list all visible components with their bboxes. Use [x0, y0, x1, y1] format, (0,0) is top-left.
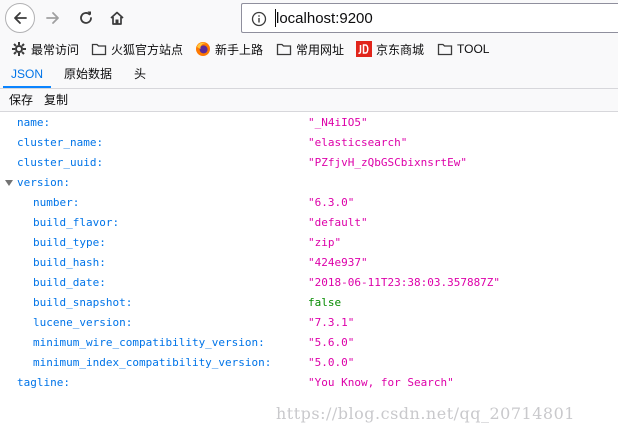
- forward-button[interactable]: [39, 4, 67, 32]
- folder-icon: [276, 43, 292, 56]
- jd-logo-icon: [356, 41, 372, 57]
- json-toolbar: 保存 复制: [0, 89, 618, 112]
- json-value: "zip": [308, 236, 342, 249]
- url-text[interactable]: localhost:9200: [276, 10, 373, 27]
- json-value: "You Know, for Search": [308, 376, 454, 389]
- json-value: "6.3.0": [308, 196, 355, 209]
- bookmark-getting-started[interactable]: 新手上路: [195, 40, 263, 58]
- home-button[interactable]: [103, 4, 131, 32]
- json-key: cluster_name:: [17, 136, 104, 149]
- watermark: https://blog.csdn.net/qq_20714801: [276, 404, 575, 423]
- firefox-icon: [196, 42, 210, 56]
- json-value: "default": [308, 216, 368, 229]
- bookmark-label: TOOL: [457, 42, 490, 56]
- bookmark-label: 火狐官方站点: [111, 42, 184, 57]
- json-row-build-type[interactable]: build_type: "zip": [0, 233, 618, 253]
- json-key: name:: [17, 116, 51, 129]
- json-row-build-flavor[interactable]: build_flavor: "default": [0, 213, 618, 233]
- json-key: minimum_index_compatibility_version:: [33, 356, 272, 369]
- url-bar[interactable]: localhost:9200: [241, 3, 618, 33]
- bookmark-label: 京东商城: [376, 42, 425, 57]
- json-key: build_flavor:: [33, 216, 120, 229]
- json-value: "424e937": [308, 256, 368, 269]
- json-row-min-index-version[interactable]: minimum_index_compatibility_version: "5.…: [0, 353, 618, 373]
- bookmark-tool[interactable]: TOOL: [437, 40, 489, 58]
- save-button[interactable]: 保存: [9, 92, 33, 108]
- json-value: "2018-06-11T23:38:03.357887Z": [308, 276, 501, 289]
- json-value: "5.6.0": [308, 336, 355, 349]
- json-row-number[interactable]: number: "6.3.0": [0, 193, 618, 213]
- json-key: build_hash:: [33, 256, 106, 269]
- home-icon: [110, 11, 124, 25]
- bookmark-label: 常用网址: [296, 42, 345, 57]
- json-value: "elasticsearch": [308, 136, 408, 149]
- json-row-build-snapshot[interactable]: build_snapshot: false: [0, 293, 618, 313]
- json-row-version[interactable]: version:: [0, 173, 618, 193]
- bookmarks-toolbar: 最常访问 火狐官方站点 新手上路 常用网址 京东商城 TOOL: [0, 36, 618, 63]
- json-value: "7.3.1": [308, 316, 355, 329]
- bookmark-jd[interactable]: 京东商城: [356, 40, 424, 58]
- back-button[interactable]: [5, 3, 35, 33]
- reload-icon: [80, 11, 92, 24]
- arrow-right-icon: [46, 12, 59, 24]
- json-key: number:: [33, 196, 80, 209]
- json-key: tagline:: [17, 376, 70, 389]
- json-row-build-hash[interactable]: build_hash: "424e937": [0, 253, 618, 273]
- tab-headers[interactable]: 头: [126, 62, 154, 87]
- bookmark-common-sites[interactable]: 常用网址: [276, 40, 344, 58]
- json-row-min-wire-version[interactable]: minimum_wire_compatibility_version: "5.6…: [0, 333, 618, 353]
- json-value: "5.0.0": [308, 356, 355, 369]
- bookmark-firefox-site[interactable]: 火狐官方站点: [91, 40, 183, 58]
- json-key: cluster_uuid:: [17, 156, 104, 169]
- json-row-cluster-name[interactable]: cluster_name: "elasticsearch": [0, 133, 618, 153]
- arrow-left-icon: [14, 12, 27, 24]
- json-key: build_type:: [33, 236, 106, 249]
- json-tree: name: "_N4iIO5" cluster_name: "elasticse…: [0, 113, 618, 393]
- bookmark-most-visited[interactable]: 最常访问: [11, 40, 79, 58]
- json-value: false: [308, 296, 342, 309]
- json-key: lucene_version:: [33, 316, 133, 329]
- json-row-cluster-uuid[interactable]: cluster_uuid: "PZfjvH_zQbGSCbixnsrtEw": [0, 153, 618, 173]
- bookmark-label: 最常访问: [31, 42, 80, 57]
- reload-button[interactable]: [72, 4, 100, 32]
- json-row-name[interactable]: name: "_N4iIO5": [0, 113, 618, 133]
- folder-icon: [437, 43, 453, 56]
- tab-json[interactable]: JSON: [3, 62, 52, 88]
- json-key: version:: [17, 176, 70, 189]
- copy-button[interactable]: 复制: [44, 92, 68, 108]
- json-row-tagline[interactable]: tagline: "You Know, for Search": [0, 373, 618, 393]
- folder-icon: [91, 43, 107, 56]
- json-viewer-tabs: JSON 原始数据 头: [0, 62, 618, 89]
- json-row-lucene-version[interactable]: lucene_version: "7.3.1": [0, 313, 618, 333]
- json-value: "PZfjvH_zQbGSCbixnsrtEw": [308, 156, 467, 169]
- json-key: build_snapshot:: [33, 296, 133, 309]
- json-row-build-date[interactable]: build_date: "2018-06-11T23:38:03.357887Z…: [0, 273, 618, 293]
- bookmark-label: 新手上路: [215, 42, 264, 57]
- json-key: build_date:: [33, 276, 106, 289]
- info-icon[interactable]: [251, 11, 267, 27]
- json-key: minimum_wire_compatibility_version:: [33, 336, 265, 349]
- navigation-toolbar: localhost:9200: [0, 0, 618, 36]
- tab-raw-data[interactable]: 原始数据: [56, 62, 120, 87]
- json-value: "_N4iIO5": [308, 116, 368, 129]
- gear-icon: [12, 42, 26, 56]
- collapse-triangle-icon[interactable]: [5, 180, 13, 186]
